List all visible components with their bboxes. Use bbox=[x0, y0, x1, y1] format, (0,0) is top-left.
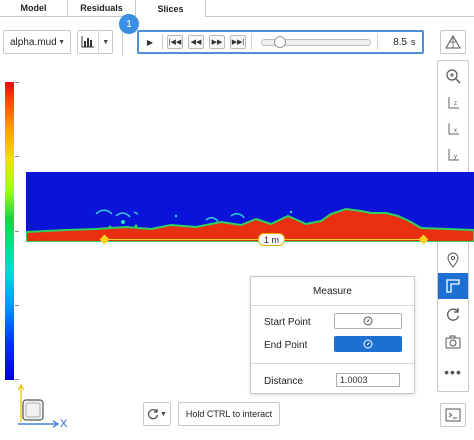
tab-slices[interactable]: Slices bbox=[136, 0, 206, 17]
last-frame-button[interactable]: ▶▶| bbox=[230, 35, 246, 49]
field-select-value: alpha.mud bbox=[10, 36, 57, 48]
end-point-button[interactable] bbox=[334, 336, 402, 352]
skip-forward-icon: ▶▶| bbox=[231, 39, 245, 46]
measure-divider bbox=[251, 363, 414, 364]
scene-up-button[interactable] bbox=[440, 30, 466, 54]
top-tabs: Model Residuals Slices bbox=[0, 0, 474, 17]
chevron-down-icon: ▼ bbox=[160, 410, 167, 418]
console-button[interactable] bbox=[440, 403, 466, 427]
svg-text:x: x bbox=[454, 128, 457, 134]
svg-text:z: z bbox=[454, 101, 457, 107]
first-frame-button[interactable]: |◀◀ bbox=[167, 35, 183, 49]
field-select[interactable]: alpha.mud ▼ bbox=[3, 30, 71, 54]
distance-field[interactable]: 1.0003 bbox=[336, 373, 400, 387]
time-value[interactable]: 8.5 bbox=[381, 32, 407, 52]
rewind-icon: ◀◀ bbox=[190, 39, 202, 46]
view-z-button[interactable]: z bbox=[438, 91, 468, 117]
play-icon: ▶ bbox=[146, 37, 154, 47]
axis-gizmo[interactable]: X bbox=[10, 383, 72, 434]
svg-text:y: y bbox=[454, 154, 457, 160]
tab-bar-border bbox=[206, 16, 474, 17]
measure-tool-button[interactable] bbox=[438, 273, 468, 299]
animation-player: ▶ |◀◀ ◀◀ ▶▶ ▶▶| 8.5 s bbox=[137, 30, 424, 54]
time-slider-handle[interactable] bbox=[273, 36, 286, 48]
player-divider bbox=[251, 34, 252, 50]
reset-view-button[interactable] bbox=[438, 301, 468, 327]
chart-type-select[interactable]: ▼ bbox=[77, 30, 113, 54]
end-point-label: End Point bbox=[264, 340, 308, 351]
refresh-icon bbox=[447, 308, 460, 321]
compass-icon bbox=[363, 316, 373, 326]
time-unit: s bbox=[411, 37, 416, 47]
player-divider bbox=[377, 34, 378, 50]
color-legend-tick bbox=[15, 231, 19, 232]
player-divider bbox=[162, 34, 163, 50]
axis-y-icon: y bbox=[448, 149, 459, 161]
chevron-down-icon: ▼ bbox=[102, 38, 110, 46]
tab-model[interactable]: Model bbox=[0, 0, 68, 17]
interaction-mode-select[interactable]: ▼ bbox=[143, 402, 171, 426]
screenshot-button[interactable] bbox=[438, 329, 468, 355]
play-button[interactable]: ▶ bbox=[142, 35, 158, 49]
ellipsis-icon: ••• bbox=[444, 364, 462, 380]
hold-ctrl-button[interactable]: Hold CTRL to interact bbox=[178, 402, 280, 426]
chevron-down-icon: ▼ bbox=[58, 38, 65, 46]
axis-x-icon: x bbox=[448, 123, 459, 135]
fast-forward-icon: ▶▶ bbox=[211, 39, 223, 46]
terminal-icon bbox=[445, 408, 461, 422]
zoom-fit-button[interactable] bbox=[438, 63, 468, 89]
axis-x-label: X bbox=[60, 418, 68, 430]
color-legend-tick bbox=[15, 305, 19, 306]
more-button[interactable]: ••• bbox=[438, 359, 468, 385]
ruler-icon bbox=[446, 279, 460, 293]
measure-dialog: Measure Start Point End Point Distance 1… bbox=[250, 276, 415, 394]
start-point-label: Start Point bbox=[264, 317, 311, 328]
previous-frame-button[interactable]: ◀◀ bbox=[188, 35, 204, 49]
distance-label: Distance bbox=[264, 376, 303, 387]
next-frame-button[interactable]: ▶▶ bbox=[209, 35, 225, 49]
color-legend-tick bbox=[15, 156, 19, 157]
axis-z-icon: z bbox=[448, 97, 459, 109]
zoom-icon bbox=[446, 69, 461, 84]
view-x-button[interactable]: x bbox=[438, 117, 468, 143]
step-badge: 1 bbox=[119, 14, 139, 34]
bar-chart-icon bbox=[78, 31, 100, 53]
rotate-icon bbox=[148, 409, 159, 420]
view-y-button[interactable]: y bbox=[438, 143, 468, 169]
probe-button[interactable] bbox=[438, 247, 468, 273]
map-pin-icon bbox=[447, 252, 459, 268]
simulation-viewport[interactable] bbox=[26, 172, 474, 242]
pyramid-icon bbox=[445, 35, 461, 49]
start-point-button[interactable] bbox=[334, 313, 402, 329]
measure-title: Measure bbox=[251, 277, 414, 306]
skip-back-icon: |◀◀ bbox=[168, 39, 182, 46]
compass-icon bbox=[363, 339, 373, 349]
color-legend-tick bbox=[15, 82, 19, 83]
camera-icon bbox=[445, 335, 461, 349]
color-legend-tick bbox=[15, 379, 19, 380]
measure-length-label: 1 m bbox=[258, 233, 285, 246]
mud-surface-render bbox=[26, 207, 474, 242]
color-legend-bar bbox=[5, 82, 14, 380]
